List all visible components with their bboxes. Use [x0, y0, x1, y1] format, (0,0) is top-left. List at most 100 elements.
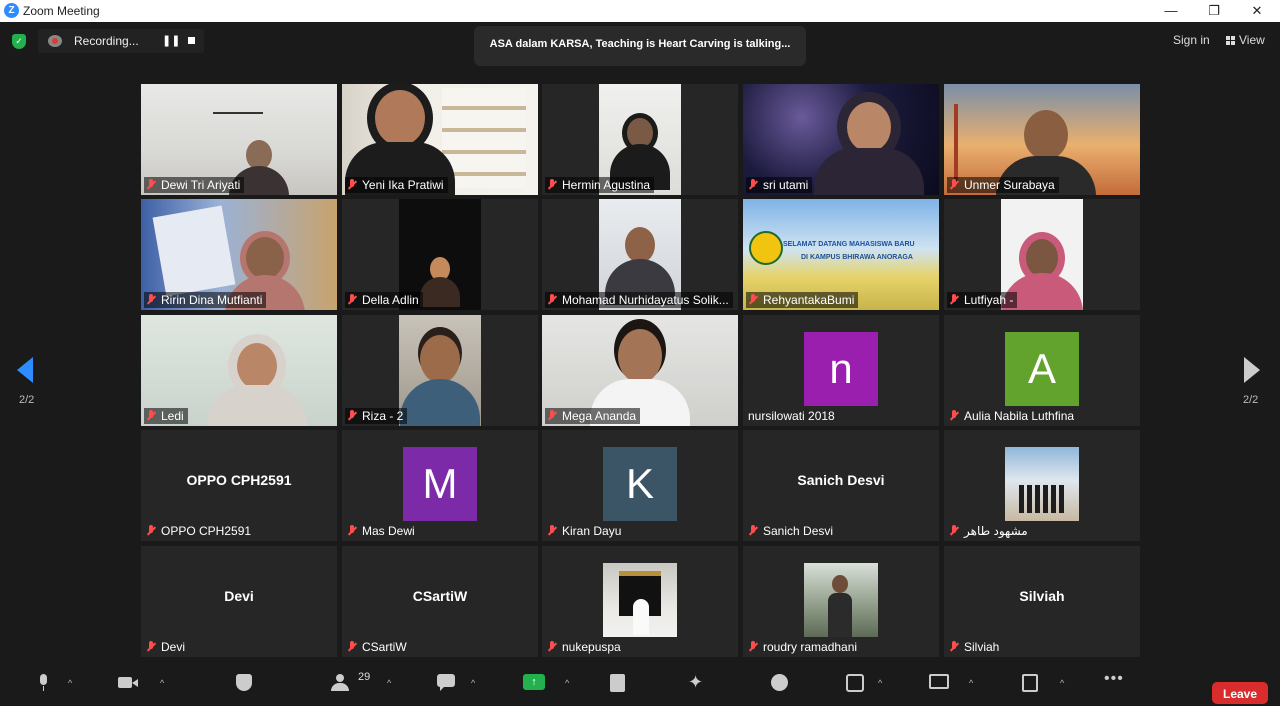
muted-mic-icon	[347, 641, 357, 653]
participants-count: 29	[358, 671, 371, 683]
pause-recording-button[interactable]: ❚❚	[162, 34, 180, 47]
minimize-button[interactable]: —	[1156, 2, 1186, 20]
figure	[633, 599, 649, 635]
muted-mic-icon	[347, 410, 357, 422]
figure-head	[832, 575, 848, 593]
participant-tile[interactable]: Silviah Silviah	[944, 546, 1140, 657]
share-screen-icon: ↑	[523, 674, 545, 690]
participant-tile[interactable]: Sanich Desvi Sanich Desvi	[743, 430, 939, 541]
participant-tile[interactable]: SELAMAT DATANG MAHASISWA BARU DI KAMPUS …	[743, 199, 939, 310]
participant-tile[interactable]: n nursilowati 2018	[743, 315, 939, 426]
share-options-caret-icon[interactable]: ^	[565, 678, 569, 688]
participant-tile[interactable]: Devi Devi	[141, 546, 337, 657]
participant-name-label: Hermin Agustina	[545, 177, 655, 193]
stop-recording-button[interactable]	[188, 37, 195, 44]
participant-tile[interactable]: K Kiran Dayu	[542, 430, 738, 541]
video-camera-icon	[118, 674, 138, 690]
apps-options-caret-icon[interactable]: ^	[878, 678, 882, 688]
previous-page-button[interactable]	[17, 357, 37, 383]
muted-mic-icon	[748, 294, 758, 306]
profile-photo	[603, 563, 677, 637]
participant-tile[interactable]: Mega Ananda	[542, 315, 738, 426]
participant-name-label: CSartiW	[345, 639, 411, 655]
participant-name-label: Sanich Desvi	[746, 523, 837, 539]
participant-tile[interactable]: Ledi	[141, 315, 337, 426]
banner-text-1: SELAMAT DATANG MAHASISWA BARU	[783, 241, 915, 248]
chat-bubble-icon	[437, 674, 455, 691]
participant-tile[interactable]: roudry ramadhani	[743, 546, 939, 657]
chat-options-caret-icon[interactable]: ^	[471, 678, 475, 688]
shield-icon	[236, 674, 254, 691]
participant-tile[interactable]: Lutfiyah -	[944, 199, 1140, 310]
chandelier	[213, 90, 263, 114]
participant-name-label: Unmer Surabaya	[947, 177, 1059, 193]
participant-tile[interactable]: Yeni Ika Pratiwi	[342, 84, 538, 195]
participant-name-label: Yeni Ika Pratiwi	[345, 177, 448, 193]
notes-options-caret-icon[interactable]: ^	[1060, 678, 1064, 688]
participant-name-label: Devi	[144, 639, 189, 655]
participant-avatar: K	[603, 447, 677, 521]
recording-label: Recording...	[74, 34, 139, 48]
profile-photo	[1005, 447, 1079, 521]
muted-mic-icon	[949, 641, 959, 653]
next-page-button[interactable]	[1244, 357, 1264, 383]
title-bar: Z Zoom Meeting — ❐ ✕	[0, 0, 1280, 22]
view-button[interactable]: View	[1226, 33, 1265, 47]
participant-tile[interactable]: M Mas Dewi	[342, 430, 538, 541]
security-shield-icon[interactable]: ✓	[12, 34, 26, 49]
participant-tile[interactable]: sri utami	[743, 84, 939, 195]
participant-tile[interactable]: مشهود طاهر	[944, 430, 1140, 541]
apps-icon	[846, 674, 864, 692]
bridge-tower	[954, 104, 958, 184]
participant-tile[interactable]: OPPO CPH2591 OPPO CPH2591	[141, 430, 337, 541]
video-options-caret-icon[interactable]: ^	[160, 678, 164, 688]
group-figures	[1019, 485, 1065, 513]
participants-options-caret-icon[interactable]: ^	[387, 678, 391, 688]
participant-name-label: Riza - 2	[345, 408, 408, 424]
participant-name-label: Mohamad Nurhidayatus Solik...	[545, 292, 733, 308]
recording-icon	[48, 35, 62, 47]
participant-tile[interactable]: Unmer Surabaya	[944, 84, 1140, 195]
muted-mic-icon	[146, 294, 156, 306]
video-feed	[399, 315, 481, 426]
participant-tile[interactable]: Dewi Tri Ariyati	[141, 84, 337, 195]
muted-mic-icon	[949, 294, 959, 306]
participants-icon	[331, 674, 349, 691]
restore-button[interactable]: ❐	[1199, 2, 1229, 20]
whiteboard-options-caret-icon[interactable]: ^	[969, 678, 973, 688]
sparkle-icon: ✦	[688, 672, 704, 692]
participant-avatar: n	[804, 332, 878, 406]
sign-in-link[interactable]: Sign in	[1173, 33, 1210, 47]
participant-name-label: Aulia Nabila Luthfina	[947, 408, 1078, 424]
participant-tile[interactable]: Mohamad Nurhidayatus Solik...	[542, 199, 738, 310]
participant-name-label: nursilowati 2018	[748, 409, 835, 423]
participant-tile[interactable]: Hermin Agustina	[542, 84, 738, 195]
participant-tile[interactable]: Della Adlin	[342, 199, 538, 310]
muted-mic-icon	[547, 410, 557, 422]
participant-name-label: sri utami	[746, 177, 813, 193]
participant-tile[interactable]: nukepuspa	[542, 546, 738, 657]
muted-mic-icon	[949, 410, 959, 422]
active-speaker-banner: ASA dalam KARSA, Teaching is Heart Carvi…	[474, 26, 806, 66]
audio-options-caret-icon[interactable]: ^	[68, 678, 72, 688]
muted-mic-icon	[547, 294, 557, 306]
participant-avatar: M	[403, 447, 477, 521]
figure-body	[828, 593, 852, 637]
participant-display-name: Devi	[224, 588, 254, 604]
participant-name-label: Della Adlin	[345, 292, 423, 308]
view-label: View	[1239, 33, 1265, 47]
participant-figure	[207, 343, 307, 426]
participant-tile[interactable]: A Aulia Nabila Luthfina	[944, 315, 1140, 426]
muted-mic-icon	[547, 179, 557, 191]
participant-tile[interactable]: Ririn Dina Mutfianti	[141, 199, 337, 310]
leave-button[interactable]: Leave	[1212, 682, 1268, 704]
whiteboard-icon	[929, 674, 949, 690]
close-button[interactable]: ✕	[1242, 2, 1272, 20]
participant-tile[interactable]: Riza - 2	[342, 315, 538, 426]
muted-mic-icon	[748, 525, 758, 537]
participant-tile[interactable]: CSartiW CSartiW	[342, 546, 538, 657]
participant-display-name: Sanich Desvi	[797, 472, 885, 488]
participant-figure	[400, 335, 480, 426]
gallery-grid: Dewi Tri Ariyati Yeni Ika Pratiwi Hermin…	[141, 84, 1140, 657]
zoom-logo-icon: Z	[4, 3, 19, 18]
